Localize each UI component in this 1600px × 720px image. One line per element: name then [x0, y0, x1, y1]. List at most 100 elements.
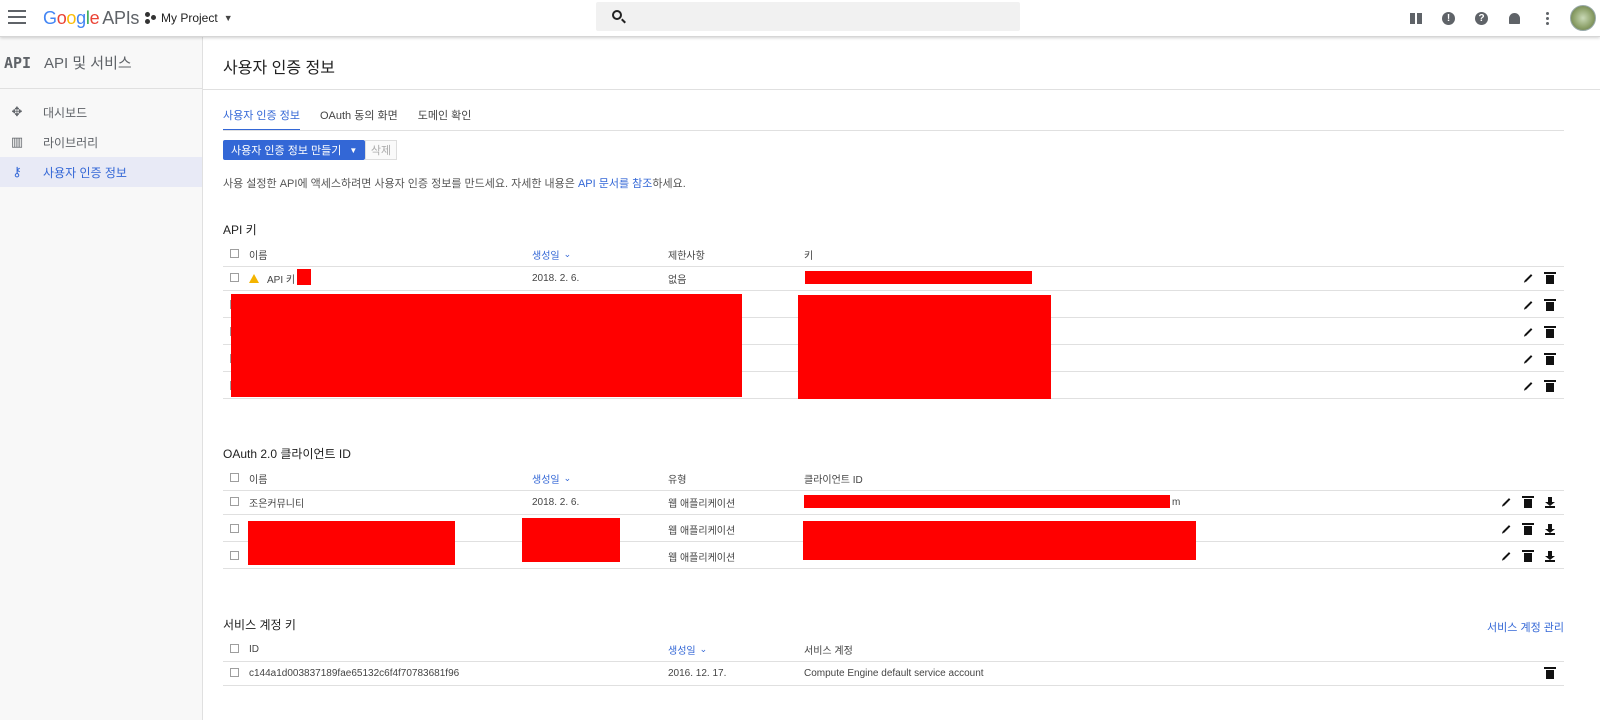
chevron-down-icon: ▼ [349, 145, 358, 155]
delete-icon[interactable] [1543, 271, 1557, 285]
edit-icon[interactable] [1521, 271, 1535, 285]
sidebar-title: API 및 서비스 [44, 55, 132, 72]
gift-icon[interactable] [1399, 0, 1432, 36]
manage-service-accounts-link[interactable]: 서비스 계정 관리 [1487, 619, 1564, 635]
edit-icon[interactable] [1521, 325, 1535, 339]
feedback-icon[interactable]: ! [1432, 0, 1465, 36]
api-keys-title: API 키 [223, 223, 257, 237]
delete-icon[interactable] [1521, 495, 1535, 509]
row-name-label: API 키 [267, 274, 296, 286]
column-created-label: 생성일 [668, 645, 696, 657]
column-created[interactable]: 생성일 ⌄ [532, 241, 571, 267]
help-icon[interactable]: ? [1465, 0, 1498, 36]
redaction [804, 495, 1170, 508]
warning-icon [249, 273, 259, 283]
sidebar-item-credentials[interactable]: ⚷ 사용자 인증 정보 [0, 157, 202, 187]
table-row[interactable]: 조은커뮤니티 2018. 2. 6. 웹 애플리케이션 m [223, 489, 1564, 515]
chevron-down-icon: ▼ [223, 13, 233, 23]
row-restrictions: 없음 [668, 274, 687, 286]
notifications-icon[interactable] [1498, 0, 1531, 36]
delete-icon[interactable] [1543, 666, 1557, 680]
row-checkbox[interactable] [230, 497, 239, 506]
edit-icon[interactable] [1521, 352, 1535, 366]
divider [203, 89, 1600, 90]
select-all-checkbox[interactable] [230, 473, 239, 482]
select-all-checkbox[interactable] [230, 644, 239, 653]
sort-arrow-icon: ⌄ [563, 248, 572, 259]
download-icon[interactable] [1543, 549, 1557, 563]
sort-arrow-icon: ⌄ [699, 643, 708, 654]
sidebar-item-label: 대시보드 [43, 105, 88, 120]
delete-icon[interactable] [1521, 549, 1535, 563]
edit-icon[interactable] [1521, 298, 1535, 312]
redaction [798, 295, 1051, 399]
edit-icon[interactable] [1521, 379, 1535, 393]
row-name[interactable]: 조은커뮤니티 [249, 489, 304, 515]
sidebar-item-library[interactable]: ▥ 라이브러리 [0, 127, 202, 157]
edit-icon[interactable] [1499, 522, 1513, 536]
row-type: 웹 애플리케이션 [668, 525, 736, 537]
avatar[interactable] [1570, 5, 1596, 31]
row-service-account: Compute Engine default service account [804, 667, 984, 679]
sidebar-item-dashboard[interactable]: ✥ 대시보드 [0, 97, 202, 127]
row-checkbox[interactable] [230, 524, 239, 533]
redaction [248, 521, 455, 565]
create-credentials-button[interactable]: 사용자 인증 정보 만들기 ▼ [223, 140, 366, 160]
project-selector[interactable]: My Project ▼ [145, 9, 233, 27]
row-created: 2018. 2. 6. [532, 496, 580, 508]
row-checkbox[interactable] [230, 551, 239, 560]
column-created[interactable]: 생성일 ⌄ [532, 465, 571, 491]
service-accounts-header: ID 생성일 ⌄ 서비스 계정 [223, 636, 1564, 662]
row-checkbox[interactable] [230, 668, 239, 677]
sidebar: API API 및 서비스 ✥ 대시보드 ▥ 라이브러리 ⚷ 사용자 인증 정보 [0, 37, 203, 720]
delete-icon[interactable] [1543, 379, 1557, 393]
tab-oauth-consent[interactable]: OAuth 동의 화면 [320, 107, 398, 131]
delete-button[interactable]: 삭제 [365, 140, 397, 160]
tab-domain-verification[interactable]: 도메인 확인 [418, 107, 472, 131]
tabs: 사용자 인증 정보 OAuth 동의 화면 도메인 확인 [223, 107, 491, 131]
project-name: My Project [161, 11, 218, 25]
delete-icon[interactable] [1543, 325, 1557, 339]
download-icon[interactable] [1543, 495, 1557, 509]
select-all-checkbox[interactable] [230, 249, 239, 258]
download-icon[interactable] [1543, 522, 1557, 536]
redaction [522, 518, 620, 562]
table-row[interactable]: c144a1d003837189fae65132c6f4f70783681f96… [223, 660, 1564, 686]
edit-icon[interactable] [1499, 495, 1513, 509]
google-apis-logo[interactable]: Google APIs [43, 8, 139, 29]
api-docs-link[interactable]: API 문서를 참조 [578, 178, 652, 190]
row-type: 웹 애플리케이션 [668, 552, 736, 564]
oauth-header: 이름 생성일 ⌄ 유형 클라이언트 ID [223, 465, 1564, 491]
column-created[interactable]: 생성일 ⌄ [668, 636, 707, 662]
column-created-label: 생성일 [532, 250, 560, 262]
row-id: c144a1d003837189fae65132c6f4f70783681f96 [249, 667, 460, 679]
column-name: 이름 [249, 250, 268, 262]
redaction [805, 271, 1032, 284]
edit-icon[interactable] [1499, 549, 1513, 563]
column-created-label: 생성일 [532, 474, 560, 486]
tab-credentials[interactable]: 사용자 인증 정보 [223, 107, 300, 131]
divider [223, 130, 1564, 131]
column-name: 이름 [249, 474, 268, 486]
top-app-bar: Google APIs My Project ▼ ! ? [0, 0, 1600, 37]
row-checkbox[interactable] [230, 273, 239, 282]
delete-icon[interactable] [1543, 352, 1557, 366]
search-icon [612, 10, 622, 20]
search-input[interactable] [596, 2, 1020, 31]
top-icons: ! ? [1399, 0, 1600, 36]
row-client-id: m [1172, 496, 1181, 508]
oauth-title: OAuth 2.0 클라이언트 ID [223, 447, 351, 461]
more-vert-icon[interactable] [1531, 0, 1564, 36]
sidebar-item-label: 사용자 인증 정보 [43, 165, 127, 180]
api-icon: API [4, 53, 32, 72]
create-credentials-label: 사용자 인증 정보 만들기 [231, 145, 342, 157]
table-row[interactable]: API 키 2018. 2. 6. 없음 [223, 265, 1564, 291]
menu-icon[interactable] [8, 10, 26, 24]
row-name[interactable]: API 키 [249, 265, 295, 291]
page-title: 사용자 인증 정보 [223, 60, 335, 77]
delete-icon[interactable] [1521, 522, 1535, 536]
delete-icon[interactable] [1543, 298, 1557, 312]
project-icon [145, 12, 157, 24]
row-type: 웹 애플리케이션 [668, 498, 736, 510]
description: 사용 설정한 API에 액세스하려면 사용자 인증 정보를 만드세요. 자세한 … [223, 175, 686, 191]
